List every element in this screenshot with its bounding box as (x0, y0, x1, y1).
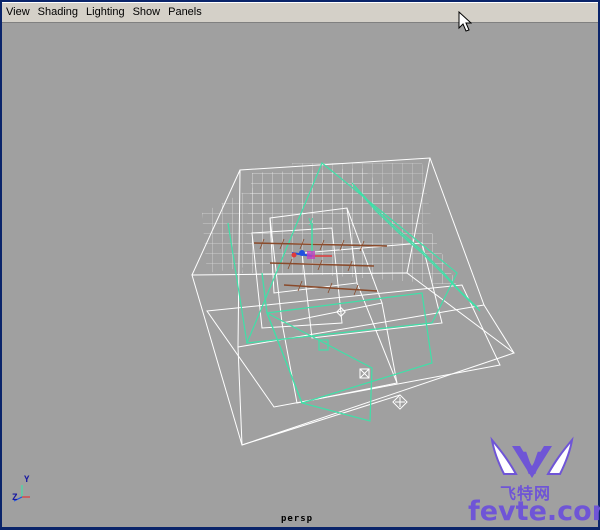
watermark-letter: V (520, 447, 544, 482)
menu-shading[interactable]: Shading (34, 3, 82, 21)
mouse-cursor-icon (458, 11, 472, 32)
svg-text:y: y (308, 216, 314, 226)
watermark-site-text: fevte.com (468, 496, 600, 527)
panel-menubar: View Shading Lighting Show Panels (2, 2, 598, 23)
maya-viewport-panel: View Shading Lighting Show Panels y Y Z … (0, 0, 600, 529)
menu-panels[interactable]: Panels (164, 3, 206, 21)
menu-show[interactable]: Show (129, 3, 165, 21)
menu-view[interactable]: View (2, 3, 34, 21)
camera-name-label: persp (280, 514, 314, 524)
axis-y-label: Y (24, 475, 30, 485)
menu-lighting[interactable]: Lighting (82, 3, 129, 21)
axis-z-label: Z (12, 493, 18, 503)
